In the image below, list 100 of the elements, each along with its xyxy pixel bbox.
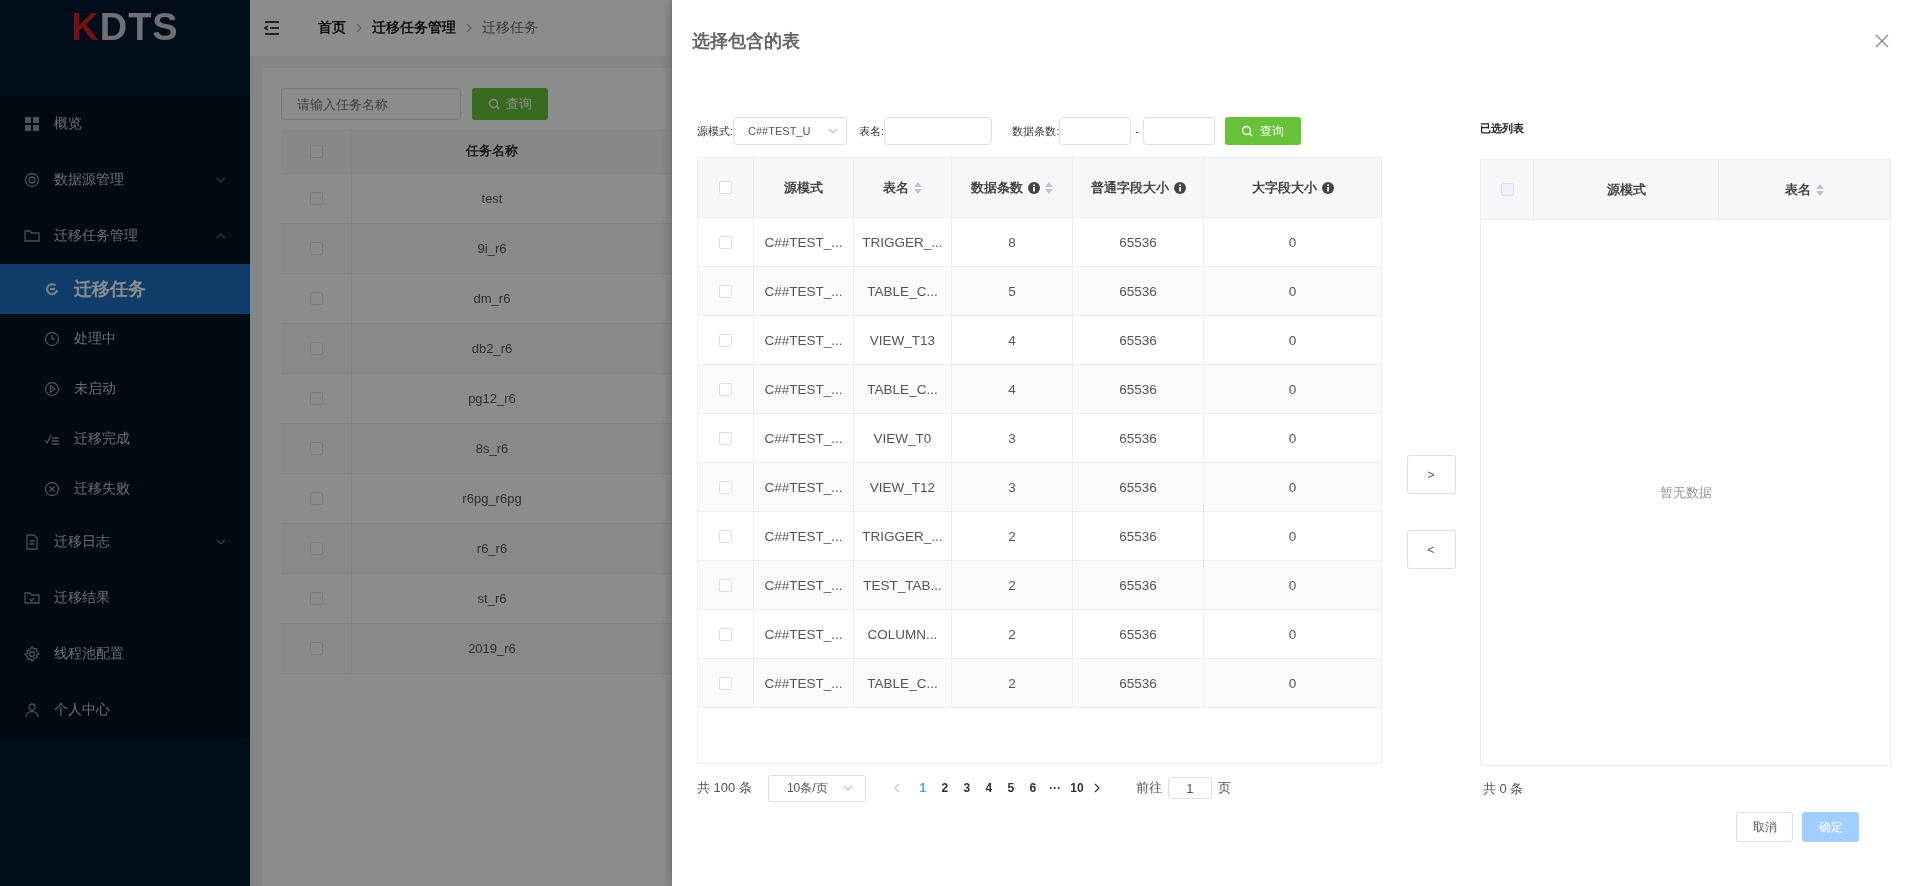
page-number[interactable]: 6 [1025,781,1040,795]
page-number[interactable]: 1 [915,781,930,795]
settings-icon [24,646,40,662]
submenu-item[interactable]: 迁移完成 [0,414,250,464]
menu-item[interactable]: 概览 [0,96,250,152]
user-icon [24,702,40,718]
next-page-icon[interactable] [1093,783,1100,793]
search-field[interactable]: 请输入任务名称 [281,88,461,120]
checkbox[interactable] [719,431,732,445]
breadcrumb-item[interactable]: 首页 [318,19,346,37]
submenu-item[interactable]: 迁移任务 [0,264,250,314]
menu-item[interactable]: 迁移日志 [0,514,250,570]
page-input[interactable]: 1 [1167,777,1212,799]
section-title: 已选列表 [1480,121,1525,136]
menu-item[interactable]: 数据源管理 [0,152,250,208]
cancel-button[interactable]: 取消 [1736,812,1793,842]
sort-icon[interactable] [1816,183,1824,196]
table-cell: 65536 [1119,283,1157,299]
input-field[interactable] [884,117,993,145]
sort-icon[interactable] [1045,181,1053,194]
close-circle-icon [44,481,60,497]
page-number[interactable]: 4 [981,781,996,795]
table-cell: VIEW_T12 [869,479,936,495]
clock-icon [44,331,60,347]
transfer-button[interactable]: > [1406,455,1456,494]
checkbox[interactable] [719,529,732,543]
table-cell-text: dm_r6 [472,291,512,306]
checkbox[interactable] [719,578,732,592]
table-cell: TEST_TAB... [863,577,942,593]
input-field[interactable] [1142,117,1215,145]
column-header: 源模式 [784,178,823,197]
table-cell: C##TEST_... [764,234,843,250]
breadcrumb-item[interactable]: 迁移任务管理 [372,19,456,37]
sort-icon[interactable] [914,181,922,194]
table-cell: TRIGGER_... [862,234,943,250]
checkbox[interactable] [719,480,732,494]
column-header: 表名 [1785,180,1811,199]
table-cell: 65536 [1119,675,1157,691]
checkbox[interactable] [719,627,732,641]
table-cell: C##TEST_... [764,675,843,691]
transfer-button[interactable]: < [1406,530,1456,569]
total-count: 共 100 条 [697,779,752,797]
table-cell: C##TEST_... [764,626,843,642]
page-suffix: 页 [1217,779,1231,797]
input-field[interactable] [1059,117,1132,145]
table-cell: 4 [1008,332,1016,348]
table-cell: VIEW_T13 [869,332,936,348]
table-cell: 0 [1288,332,1297,348]
submenu-item[interactable]: 未启动 [0,364,250,414]
checkbox[interactable] [719,181,732,194]
page-number[interactable]: 2 [937,781,952,795]
document-icon [24,534,40,550]
checkbox[interactable] [719,333,732,347]
menu-item[interactable]: 线程池配置 [0,626,250,682]
column-header: 普通字段大小 [1090,178,1169,197]
search-button[interactable]: 查询 [1224,117,1301,145]
table-cell: 0 [1288,626,1297,642]
table-cell-text: db2_r6 [470,341,514,356]
table-cell-text: test [480,191,504,206]
page-number[interactable]: ··· [1047,781,1062,795]
menu-item[interactable]: 迁移任务管理 [0,208,250,264]
schema-select[interactable]: C##TEST_U [733,117,848,145]
page-number[interactable]: 10 [1069,781,1084,795]
table-cell: C##TEST_... [764,283,843,299]
drawer-title: 选择包含的表 [692,30,800,53]
table-cell: 65536 [1119,577,1157,593]
page-number[interactable]: 3 [959,781,974,795]
checkbox[interactable] [719,284,732,298]
menu-icon[interactable] [264,21,280,35]
play-icon [44,381,60,397]
column-header: 任务名称 [464,142,519,160]
column-header: 大字段大小 [1251,178,1317,197]
table-cell: C##TEST_... [764,577,843,593]
table-cell: 5 [1008,283,1016,299]
page-size-select[interactable]: 10条/页 [767,774,866,802]
table-cell: 0 [1288,283,1297,299]
page-number[interactable]: 5 [1003,781,1018,795]
table-cell: C##TEST_... [764,479,843,495]
table-cell: TABLE_C... [867,675,938,691]
table-cell: TABLE_C... [867,381,938,397]
grid-icon [24,116,40,132]
menu-item[interactable]: 迁移结果 [0,570,250,626]
table-cell: COLUMN... [867,626,938,642]
checkbox[interactable] [719,676,732,690]
submenu-item[interactable]: 迁移失败 [0,464,250,514]
checkbox[interactable] [719,382,732,396]
lifebuoy-icon [24,172,40,188]
chevron-icon [216,233,226,239]
table-cell: VIEW_T0 [873,430,932,446]
table-cell-text: 2019_r6 [467,641,517,656]
table-cell: C##TEST_... [764,332,843,348]
table-cell: 65536 [1119,626,1157,642]
submenu-item[interactable]: 处理中 [0,314,250,364]
breadcrumb-separator [356,23,362,33]
table-cell-text: st_r6 [476,591,508,606]
close-icon[interactable] [1875,34,1889,48]
checkbox[interactable] [719,235,732,249]
folder-icon [24,228,40,244]
menu-item[interactable]: 个人中心 [0,682,250,738]
search-icon [488,98,500,110]
